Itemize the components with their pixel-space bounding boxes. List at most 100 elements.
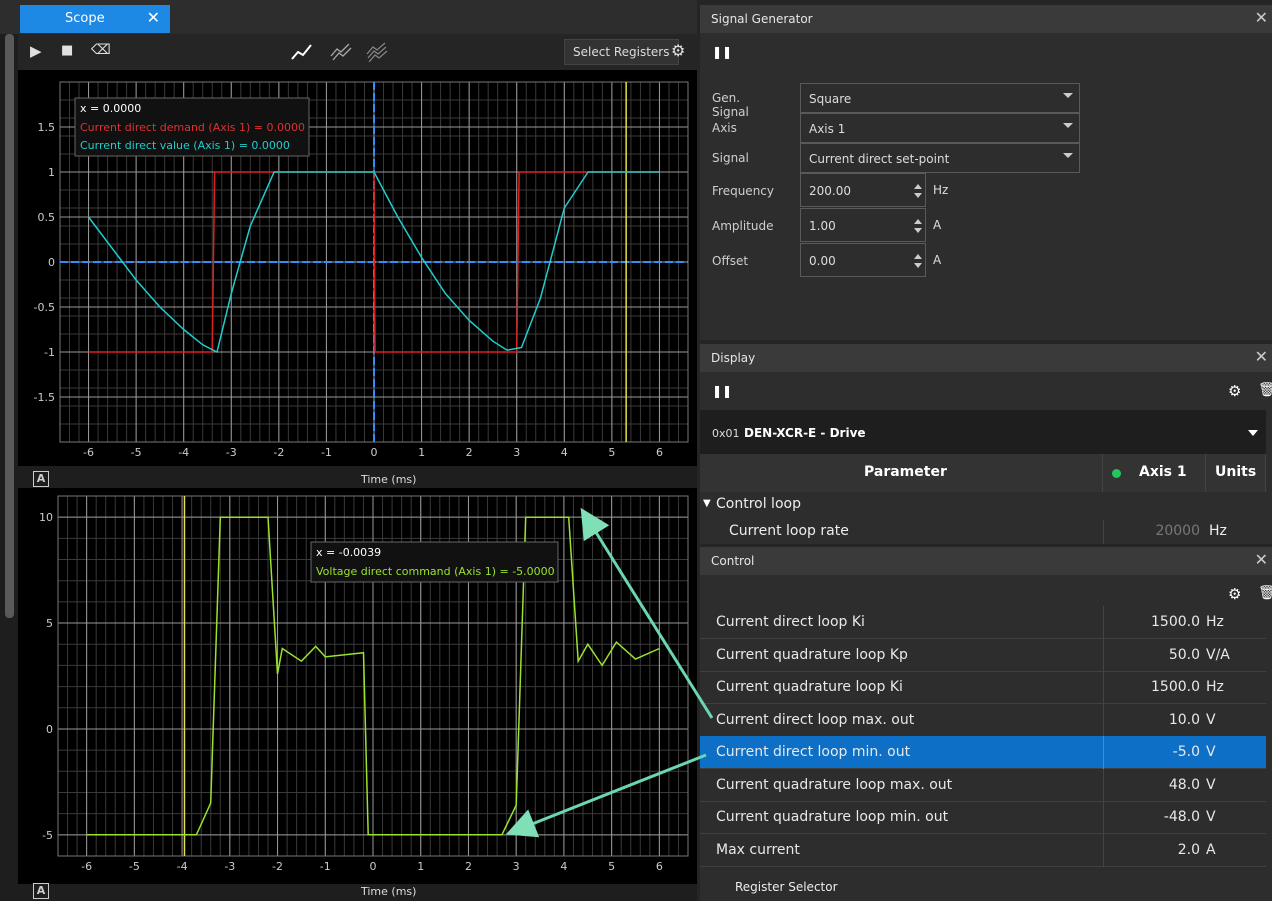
parameter-unit: Hz [1206,679,1224,695]
table-row[interactable]: Current quadrature loop max. out 48.0 V [700,768,1266,802]
drive-selector[interactable]: 0x01 DEN-XCR-E - Drive [700,410,1266,454]
x-tick-label: 3 [513,860,520,873]
parameter-unit: Hz [1209,523,1227,539]
close-icon[interactable]: ✕ [1255,8,1268,27]
y-tick-label: 0 [46,723,53,736]
panel-title: Signal Generator [711,12,813,26]
chevron-down-icon [1063,93,1073,98]
play-icon[interactable]: ▶ [30,42,42,60]
line-mode-icon[interactable] [290,42,314,62]
trash-icon[interactable]: 🗑 [1258,382,1272,398]
parameter-unit: V [1206,776,1216,793]
voltage-chart[interactable]: -6 -5 -4 -3 -2 -1 0 1 2 3 4 5 6 10 5 0 -5 x = -0.0039 Volt… [18,488,697,884]
parameter-name: Current direct loop max. out [716,711,915,728]
x-tick-label: -4 [177,860,188,873]
offset-spinbox[interactable]: 0.00 [800,243,926,277]
amplitude-unit: A [933,218,942,232]
table-row[interactable]: Current loop rate 20000 Hz [700,520,1266,544]
current-chart[interactable]: -6 -5 -4 -3 -2 -1 0 1 2 3 4 5 6 1.5 1 0.5 0 -0.5 -1 -1.5 x =… [18,70,697,466]
axis-select[interactable]: Axis 1 [800,113,1080,143]
line-mode-2-icon[interactable] [329,42,353,62]
y-tick-label: -1 [44,346,55,359]
control-panel: Control ✕ ⚙ 🗑 Current direct loop Ki 1500… [700,547,1272,901]
vertical-scrollbar[interactable] [5,34,14,618]
trash-icon[interactable]: 🗑 [1258,585,1272,601]
top-x-axis-label: Time (ms) [361,473,417,486]
column-header-axis[interactable]: Axis 1 [1103,454,1206,492]
y-tick-label: -0.5 [34,301,55,314]
panel-title: Display [711,351,756,365]
spin-down-icon[interactable] [914,263,922,268]
table-row[interactable]: Current direct loop min. out -5.0 V [700,736,1266,769]
eraser-icon[interactable]: ⌫ [91,42,111,58]
close-icon[interactable]: ✕ [1255,347,1268,366]
group-label: Control loop [716,496,801,512]
spin-up-icon[interactable] [914,219,922,224]
table-row[interactable]: Current quadrature loop Kp 50.0 V/A [700,638,1266,672]
group-control-loop[interactable]: ▼ Control loop [700,494,1266,516]
parameter-unit: V [1206,744,1216,760]
display-header: Display ✕ [700,344,1272,372]
x-tick-label: 5 [608,446,615,459]
x-tick-label: -5 [131,446,142,459]
autoscale-icon[interactable]: A [33,471,49,487]
column-axis-label: Axis 1 [1139,464,1187,480]
signal-value: Current direct set-point [809,152,950,166]
table-row[interactable]: Current direct loop max. out 10.0 V [700,703,1266,737]
drive-address: 0x01 [712,427,740,440]
parameter-name: Current quadrature loop min. out [716,809,949,825]
signal-select[interactable]: Current direct set-point [800,143,1080,173]
x-tick-label: -2 [272,860,283,873]
parameter-value[interactable]: 1500.0 [1103,679,1200,695]
tab-scope[interactable]: Scope ✕ [20,5,170,33]
tooltip-value: Current direct value (Axis 1) = 0.0000 [80,139,290,152]
amplitude-spinbox[interactable]: 1.00 [800,208,926,242]
gen-signal-value: Square [809,92,852,106]
scope-tabstrip: Scope ✕ [0,0,697,34]
frequency-spinbox[interactable]: 200.00 [800,173,926,207]
x-tick-label: -1 [321,446,332,459]
line-mode-3-icon[interactable] [365,42,391,62]
pause-icon[interactable]: ❚❚ [712,384,732,398]
y-tick-label: 0 [48,256,55,269]
register-selector-label[interactable]: Register Selector [735,880,838,894]
parameter-value: 20000 [1155,523,1200,539]
gear-icon[interactable]: ⚙ [671,41,685,60]
gear-icon[interactable]: ⚙ [1228,585,1241,603]
parameter-value[interactable]: 10.0 [1103,712,1200,728]
table-row[interactable]: Current direct loop Ki 1500.0 Hz [700,606,1266,639]
spin-down-icon[interactable] [914,228,922,233]
status-dot-icon [1112,469,1121,478]
parameter-value[interactable]: -48.0 [1103,809,1200,825]
spin-up-icon[interactable] [914,184,922,189]
pause-icon[interactable]: ❚❚ [712,45,732,59]
table-row[interactable]: Current quadrature loop Ki 1500.0 Hz [700,671,1266,704]
frequency-unit: Hz [933,183,949,197]
autoscale-icon[interactable]: A [33,883,49,899]
y-tick-label: 0.5 [38,211,56,224]
column-header-units[interactable]: Units [1206,454,1266,492]
close-icon[interactable]: ✕ [147,8,160,27]
column-header-parameter[interactable]: Parameter [700,454,1103,492]
parameter-value[interactable]: -5.0 [1103,744,1200,760]
offset-value: 0.00 [809,254,836,268]
y-tick-label: 5 [46,617,53,630]
parameter-value[interactable]: 50.0 [1103,647,1200,663]
spin-down-icon[interactable] [914,193,922,198]
chevron-down-icon [1063,123,1073,128]
parameter-value[interactable]: 1500.0 [1103,614,1200,630]
parameter-value[interactable]: 2.0 [1103,842,1200,858]
amplitude-value: 1.00 [809,219,836,233]
table-row[interactable]: Max current 2.0 A [700,833,1266,867]
signal-generator-panel: Signal Generator ✕ ❚❚ Gen. Signal Square… [700,5,1272,340]
gen-signal-select[interactable]: Square [800,83,1080,113]
parameter-unit: Hz [1206,614,1224,630]
gear-icon[interactable]: ⚙ [1228,382,1241,400]
close-icon[interactable]: ✕ [1255,550,1268,569]
table-row[interactable]: Current quadrature loop min. out -48.0 V [700,801,1266,834]
spin-up-icon[interactable] [914,254,922,259]
parameter-value[interactable]: 48.0 [1103,777,1200,793]
select-registers-button[interactable]: Select Registers [564,39,679,65]
stop-icon[interactable]: ■ [61,43,73,58]
x-tick-label: -6 [83,446,94,459]
